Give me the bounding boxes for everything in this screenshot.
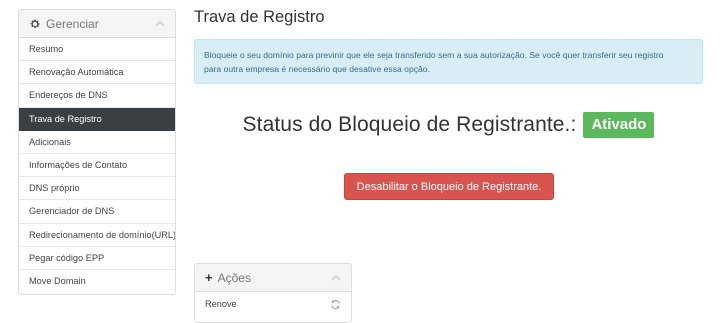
- sidebar-item-auto-renewal[interactable]: Renovação Automática: [19, 61, 175, 85]
- sidebar-item-addons[interactable]: Adicionais: [19, 130, 175, 154]
- sidebar-item-label: Pegar código EPP: [29, 252, 105, 263]
- sidebar-item-label: DNS próprio: [29, 183, 80, 194]
- sidebar-item-epp-code[interactable]: Pegar código EPP: [19, 246, 175, 270]
- sidebar-item-dns-manager[interactable]: Gerenciador de DNS: [19, 200, 175, 224]
- action-label: Renove: [205, 299, 237, 309]
- sidebar-item-label: Trava de Registro: [29, 113, 102, 124]
- sidebar-item-label: Gerenciador de DNS: [29, 206, 115, 217]
- actions-panel: + Ações Renove: [194, 263, 352, 323]
- manage-sidebar: Gerenciar Resumo Renovação Automática En…: [18, 9, 176, 295]
- sidebar-item-label: Renovação Automática: [29, 67, 124, 78]
- sidebar-item-contact-info[interactable]: Informações de Contato: [19, 153, 175, 178]
- action-renew[interactable]: Renove: [195, 292, 351, 316]
- alert-text-line1: Bloqueie o seu domínio para previnir que…: [204, 50, 664, 60]
- sidebar-item-url-forwarding[interactable]: Redirecionamento de domínio(URL): [19, 223, 176, 247]
- plus-icon: +: [205, 269, 213, 285]
- sidebar-title: Gerenciar: [46, 16, 99, 31]
- lock-status: Status do Bloqueio de Registrante.: Ativ…: [194, 110, 703, 140]
- sidebar-item-label: Resumo: [29, 44, 64, 55]
- sidebar-item-label: Endereços de DNS: [29, 90, 108, 101]
- sidebar-item-label: Informações de Contato: [29, 160, 128, 171]
- sidebar-header[interactable]: Gerenciar: [19, 10, 175, 38]
- sidebar-item-label: Adicionais: [29, 136, 71, 147]
- actions-title: Ações: [217, 270, 251, 285]
- chevron-up-icon[interactable]: [155, 19, 165, 29]
- sidebar-item-label: Move Domain: [29, 276, 86, 287]
- sidebar-item-move-domain[interactable]: Move Domain: [19, 269, 175, 294]
- page-title: Trava de Registro: [194, 8, 325, 26]
- sidebar-item-label: Redirecionamento de domínio(URL): [29, 229, 176, 240]
- sidebar-item-resumo[interactable]: Resumo: [19, 38, 175, 62]
- sidebar-item-dns-addresses[interactable]: Endereços de DNS: [19, 84, 175, 108]
- chevron-up-icon[interactable]: [331, 273, 341, 283]
- status-badge: Ativado: [583, 112, 655, 138]
- gear-icon: [30, 19, 40, 28]
- sidebar-item-registrar-lock[interactable]: Trava de Registro: [19, 107, 175, 131]
- status-label: Status do Bloqueio de Registrante.:: [242, 113, 577, 136]
- disable-lock-button[interactable]: Desabilitar o Bloqueio de Registrante.: [344, 173, 554, 200]
- sidebar-item-private-dns[interactable]: DNS próprio: [19, 177, 175, 201]
- actions-header[interactable]: + Ações: [195, 264, 351, 292]
- alert-text-line2: para outra empresa é necessário que desa…: [204, 64, 430, 74]
- info-alert: Bloqueie o seu domínio para previnir que…: [194, 39, 703, 84]
- refresh-icon: [331, 299, 340, 309]
